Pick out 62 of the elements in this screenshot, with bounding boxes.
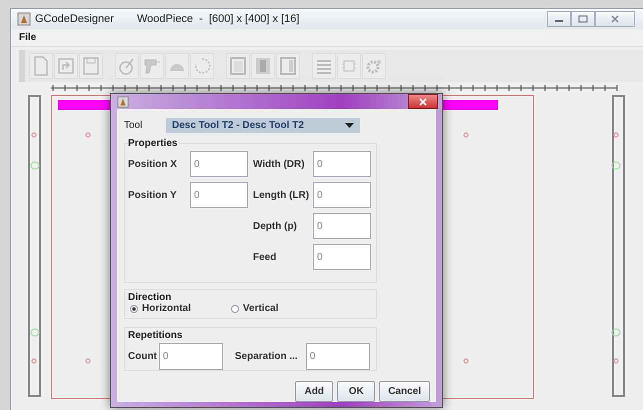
input-field[interactable]: 0: [313, 213, 371, 239]
chip-icon[interactable]: [337, 53, 361, 79]
close-button[interactable]: [408, 94, 438, 109]
tool-dropdown[interactable]: Desc Tool T2 - Desc Tool T2: [166, 118, 360, 133]
radio-option[interactable]: Vertical: [230, 303, 278, 314]
hole-marker-icon: [31, 358, 37, 364]
menu-item[interactable]: File: [19, 32, 36, 43]
group-title: Repetitions: [128, 330, 184, 341]
hole-marker-icon: [463, 358, 469, 364]
gear-icon[interactable]: [362, 53, 386, 79]
field-label: Position Y: [128, 190, 178, 200]
frame-icon[interactable]: [251, 53, 275, 79]
caret-icon: [345, 122, 354, 128]
new-file-icon[interactable]: [29, 53, 53, 79]
input-field[interactable]: 0: [190, 182, 248, 208]
drill-icon[interactable]: [140, 53, 164, 79]
input-field[interactable]: 0: [158, 343, 223, 370]
frame-icon[interactable]: [276, 53, 300, 79]
maximize-button[interactable]: [571, 11, 595, 27]
hole-marker-icon: [463, 132, 469, 138]
hole-marker-icon: [85, 358, 91, 364]
app-icon: [117, 96, 129, 108]
input-field[interactable]: 0: [190, 151, 248, 177]
rotate-icon[interactable]: [190, 53, 214, 79]
clamp-marker-icon: [611, 328, 621, 337]
hole-marker-icon: [613, 358, 619, 364]
hole-marker-icon: [31, 132, 37, 138]
input-field[interactable]: 0: [313, 151, 371, 177]
hole-marker-icon: [85, 132, 91, 138]
open-icon[interactable]: [54, 53, 78, 79]
field-label: Count: [128, 351, 157, 362]
dialog-button[interactable]: Cancel: [379, 381, 430, 402]
minimize-button[interactable]: [547, 11, 571, 27]
input-field[interactable]: 0: [313, 182, 371, 208]
save-icon[interactable]: [79, 53, 103, 79]
field-label: Depth (p): [253, 220, 298, 232]
list-icon[interactable]: [312, 53, 336, 79]
input-field[interactable]: 0: [306, 343, 370, 370]
field-label: Feed: [253, 252, 278, 262]
window-title: GCodeDesigner: [35, 13, 115, 25]
app-icon: [17, 12, 31, 26]
frame-icon[interactable]: [226, 53, 250, 79]
hole-marker-icon: [613, 132, 619, 138]
tool-label: Tool: [124, 120, 144, 131]
group-title: Properties: [128, 138, 180, 149]
field-label: Length (LR): [253, 190, 310, 200]
group-title: Direction: [128, 292, 174, 303]
field-label: Width (DR): [253, 158, 306, 170]
clamp-marker-icon: [611, 161, 621, 170]
field-label: Position X: [128, 158, 178, 170]
arc-icon[interactable]: [165, 53, 189, 79]
input-field[interactable]: 0: [313, 244, 371, 270]
field-label: Separation ...: [234, 351, 298, 362]
close-icon: [418, 98, 428, 106]
dialog-button[interactable]: Add: [295, 381, 334, 402]
document-title: WoodPiece - [600] x [400] x [16]: [137, 13, 300, 25]
clamp-marker-icon: [30, 161, 40, 170]
radio-option[interactable]: Horizontal: [130, 303, 191, 314]
close-icon: [610, 15, 620, 23]
clamp-marker-icon: [30, 328, 40, 337]
dialog-button[interactable]: OK: [337, 381, 376, 402]
maximize-icon: [578, 15, 588, 23]
